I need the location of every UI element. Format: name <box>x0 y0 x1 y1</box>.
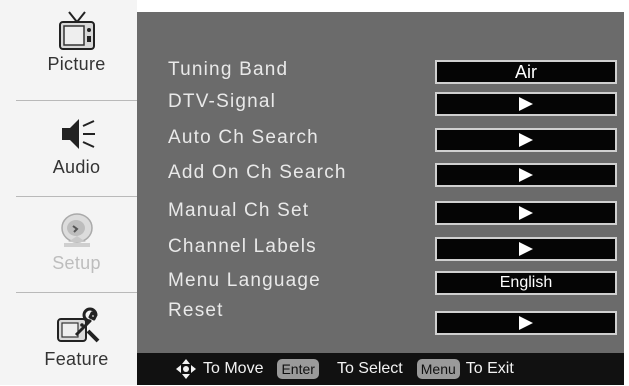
tv-icon <box>58 11 95 50</box>
value-text: Air <box>515 61 537 82</box>
submenu-arrow-box[interactable] <box>435 237 617 261</box>
satellite-dish-icon <box>60 213 93 247</box>
tv-osd-screen: Picture Audio Setup Feature Tuning Band … <box>0 0 629 385</box>
tab-label: Feature <box>44 349 109 369</box>
tab-feature[interactable]: Feature <box>16 292 137 386</box>
menu-language-value[interactable]: English <box>435 271 617 295</box>
tv-wrench-icon <box>56 307 99 343</box>
submenu-arrow-box[interactable] <box>435 92 617 116</box>
play-arrow-icon <box>519 133 533 147</box>
setup-menu-panel: Tuning Band Air DTV-Signal Auto Ch Searc… <box>137 12 624 353</box>
menu-item-label: Add On Ch Search <box>168 162 347 183</box>
menu-item-label: Auto Ch Search <box>168 127 319 148</box>
play-arrow-icon <box>519 168 533 182</box>
menu-item-auto-ch-search[interactable]: Auto Ch Search <box>168 125 617 155</box>
menu-item-channel-labels[interactable]: Channel Labels <box>168 234 617 264</box>
menu-item-reset[interactable]: Reset <box>168 298 617 335</box>
speaker-icon <box>61 119 95 149</box>
navigation-hint-bar: To Move Enter To Select Menu To Exit <box>137 353 624 385</box>
menu-item-label: DTV-Signal <box>168 91 277 112</box>
hint-move: To Move <box>203 360 264 377</box>
play-arrow-icon <box>519 206 533 220</box>
hint-select: To Select <box>336 360 403 377</box>
menu-key-badge: Menu <box>416 359 460 379</box>
submenu-arrow-box[interactable] <box>435 311 617 335</box>
menu-item-tuning-band[interactable]: Tuning Band Air <box>168 57 617 87</box>
menu-item-dtv-signal[interactable]: DTV-Signal <box>168 89 617 119</box>
play-arrow-icon <box>519 97 533 111</box>
menu-item-menu-language[interactable]: Menu Language English <box>168 268 617 298</box>
menu-item-label: Reset <box>168 300 224 321</box>
tab-picture[interactable]: Picture <box>16 0 137 100</box>
tab-label: Picture <box>47 54 106 74</box>
tuning-band-value[interactable]: Air <box>435 60 617 84</box>
menu-item-label: Channel Labels <box>168 236 317 257</box>
submenu-arrow-box[interactable] <box>435 201 617 225</box>
play-arrow-icon <box>519 316 533 330</box>
menu-item-label: Tuning Band <box>168 59 289 80</box>
menu-item-label: Manual Ch Set <box>168 200 310 221</box>
tab-label: Setup <box>52 253 101 273</box>
value-text: English <box>499 274 553 291</box>
submenu-arrow-box[interactable] <box>435 128 617 152</box>
menu-item-add-on-ch-search[interactable]: Add On Ch Search <box>168 160 617 190</box>
tab-setup[interactable]: Setup <box>16 196 137 293</box>
play-arrow-icon <box>519 242 533 256</box>
submenu-arrow-box[interactable] <box>435 163 617 187</box>
tab-audio[interactable]: Audio <box>16 100 137 197</box>
enter-key-badge: Enter <box>277 359 319 379</box>
sidebar: Picture Audio Setup Feature <box>0 0 137 385</box>
menu-item-manual-ch-set[interactable]: Manual Ch Set <box>168 198 617 228</box>
menu-item-label: Menu Language <box>168 270 321 291</box>
hint-exit: To Exit <box>465 360 514 377</box>
tab-label: Audio <box>52 157 101 177</box>
direction-pad-icon <box>176 359 196 379</box>
